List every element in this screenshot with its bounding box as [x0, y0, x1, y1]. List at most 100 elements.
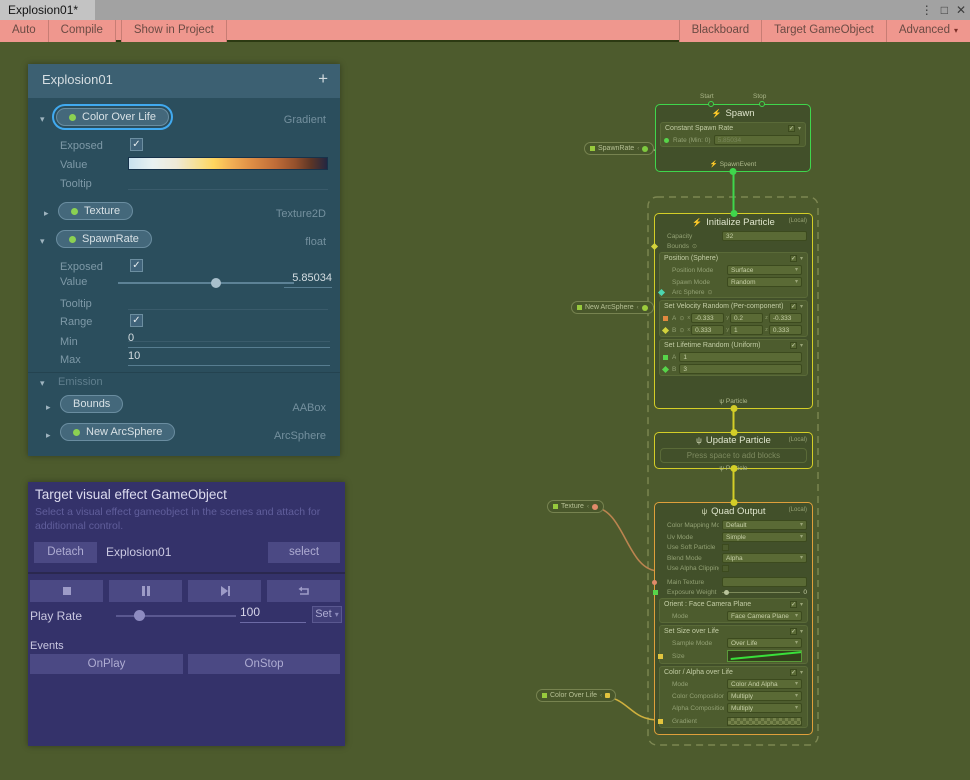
param-new-arcsphere[interactable]: New ArcSphere [60, 423, 175, 441]
block-enabled-checkbox[interactable]: ✓ [790, 628, 797, 635]
stop-button[interactable] [30, 580, 103, 602]
spawn-mode-dropdown[interactable]: Random▾ [727, 277, 802, 287]
chevron-right-icon[interactable]: ▸ [44, 208, 49, 219]
graph-param-texture[interactable]: Texture ‹ [547, 500, 604, 513]
pause-button[interactable] [109, 580, 182, 602]
graph-param-spawnrate[interactable]: SpawnRate ‹ [584, 142, 654, 155]
velocity-b-y-field[interactable]: 1 [730, 325, 763, 335]
space-badge[interactable]: (Local) [789, 437, 807, 443]
target-gameobject-toggle-button[interactable]: Target GameObject [761, 20, 886, 42]
exposed-checkbox[interactable]: ✓ [130, 259, 143, 272]
quad-output-context-node[interactable]: ψ Quad Output (Local) Color Mapping Mode… [654, 502, 813, 735]
use-alpha-clipping-checkbox[interactable] [722, 565, 729, 572]
space-toggle-icon[interactable]: ⊙ [708, 289, 713, 296]
block-collapse-icon[interactable]: ▾ [800, 255, 803, 262]
arc-sphere-input-port[interactable] [658, 289, 665, 296]
block-collapse-icon[interactable]: ▾ [798, 125, 801, 132]
velocity-a-y-field[interactable]: 0.2 [730, 313, 763, 323]
gradient-field[interactable] [727, 717, 802, 726]
value-field[interactable]: 5.85034 [284, 272, 332, 288]
tooltip-field[interactable] [128, 294, 328, 310]
advanced-dropdown-button[interactable]: Advanced▾ [886, 20, 970, 42]
graph-param-new-arcsphere[interactable]: New ArcSphere ‹ [571, 301, 654, 314]
param-color-over-life[interactable]: Color Over Life [56, 108, 169, 126]
collapse-icon[interactable]: ‹ [637, 305, 639, 311]
block-enabled-checkbox[interactable]: ✓ [790, 601, 797, 608]
detach-button[interactable]: Detach [34, 542, 97, 563]
collapse-icon[interactable]: ‹ [600, 693, 602, 699]
chevron-right-icon[interactable]: ▸ [46, 402, 51, 413]
chevron-down-icon[interactable]: ▾ [40, 236, 45, 247]
update-particle-context-node[interactable]: ψ Update Particle (Local) Press space to… [654, 432, 813, 469]
max-field[interactable]: 10 [128, 350, 330, 366]
use-soft-particle-checkbox[interactable] [722, 544, 729, 551]
onstop-button[interactable]: OnStop [188, 654, 340, 674]
position-sphere-block[interactable]: Position (Sphere) ✓ ▾ Position Mode Surf… [659, 252, 808, 298]
color-alpha-over-life-block[interactable]: Color / Alpha over Life ✓ ▾ Mode Color A… [659, 666, 808, 728]
param-spawnrate[interactable]: SpawnRate [56, 230, 152, 248]
exposed-checkbox[interactable]: ✓ [130, 138, 143, 151]
compile-button[interactable]: Compile [49, 20, 116, 42]
velocity-a-port[interactable] [663, 316, 668, 321]
play-rate-slider-handle[interactable] [134, 610, 145, 621]
sample-mode-dropdown[interactable]: Over Life▾ [727, 638, 802, 648]
exposure-slider-track[interactable] [722, 592, 800, 593]
color-mapping-mode-dropdown[interactable]: Default▾ [722, 520, 807, 530]
menu-icon[interactable]: ⋮ [921, 3, 933, 17]
value-slider-handle[interactable] [211, 278, 221, 288]
main-texture-input-port[interactable] [652, 580, 657, 585]
output-port[interactable] [642, 146, 648, 152]
lifetime-a-field[interactable]: 1 [679, 352, 802, 362]
exposure-weight-port[interactable] [653, 590, 658, 595]
show-in-project-button[interactable]: Show in Project [121, 20, 227, 42]
block-collapse-icon[interactable]: ▾ [800, 303, 803, 310]
close-icon[interactable]: ✕ [956, 3, 966, 17]
blackboard-toggle-button[interactable]: Blackboard [679, 20, 762, 42]
set-button[interactable]: Set ▾ [312, 606, 342, 623]
output-port[interactable] [592, 504, 598, 510]
param-texture[interactable]: Texture [58, 202, 133, 220]
gradient-input-port[interactable] [658, 719, 663, 724]
space-toggle-icon[interactable]: ⊙ [679, 315, 684, 322]
onplay-button[interactable]: OnPlay [30, 654, 183, 674]
size-curve-field[interactable] [727, 650, 802, 662]
space-toggle-icon[interactable]: ⊙ [679, 327, 684, 334]
auto-button[interactable]: Auto [0, 20, 49, 42]
value-slider-track[interactable] [118, 282, 294, 284]
block-enabled-checkbox[interactable]: ✓ [788, 125, 795, 132]
orient-block[interactable]: Orient : Face Camera Plane ✓ ▾ Mode Face… [659, 598, 808, 623]
add-blocks-placeholder[interactable]: Press space to add blocks [660, 448, 807, 463]
param-bounds[interactable]: Bounds [60, 395, 123, 413]
constant-spawn-rate-block[interactable]: Constant Spawn Rate ✓ ▾ Rate (Min: 0) 5.… [660, 122, 806, 147]
position-mode-dropdown[interactable]: Surface▾ [727, 265, 802, 275]
add-parameter-button[interactable]: + [318, 69, 328, 89]
space-toggle-icon[interactable]: ⊙ [692, 243, 697, 250]
lifetime-a-port[interactable] [663, 355, 668, 360]
spawn-context-node[interactable]: Start Stop ⚡ Spawn Constant Spawn Rate ✓… [655, 104, 811, 172]
bounds-input-port[interactable] [651, 243, 658, 250]
exposure-slider-handle[interactable] [724, 590, 729, 595]
gradient-value-field[interactable] [128, 157, 328, 170]
spawnevent-output-port[interactable] [730, 168, 737, 175]
category-emission[interactable]: Emission [58, 376, 103, 388]
velocity-a-x-field[interactable]: -0.333 [691, 313, 724, 323]
block-collapse-icon[interactable]: ▾ [800, 342, 803, 349]
block-enabled-checkbox[interactable]: ✓ [790, 669, 797, 676]
collapse-icon[interactable]: ‹ [587, 504, 589, 510]
size-input-port[interactable] [658, 654, 663, 659]
set-lifetime-random-block[interactable]: Set Lifetime Random (Uniform) ✓ ▾ A 1 B … [659, 339, 808, 376]
select-button[interactable]: select [268, 542, 340, 563]
chevron-down-icon[interactable]: ▾ [40, 114, 45, 125]
alpha-composition-dropdown[interactable]: Multiply▾ [727, 703, 802, 713]
output-port[interactable] [642, 305, 648, 311]
space-badge[interactable]: (Local) [789, 218, 807, 224]
particle-output-port[interactable] [730, 465, 737, 472]
window-tab[interactable]: Explosion01* [0, 0, 95, 20]
capacity-field[interactable]: 32 [722, 231, 807, 241]
block-enabled-checkbox[interactable]: ✓ [790, 255, 797, 262]
main-texture-object-field[interactable] [722, 577, 807, 587]
particle-output-port[interactable] [730, 405, 737, 412]
velocity-a-z-field[interactable]: -0.333 [769, 313, 802, 323]
velocity-b-x-field[interactable]: 0.333 [691, 325, 724, 335]
output-port[interactable] [605, 693, 610, 698]
